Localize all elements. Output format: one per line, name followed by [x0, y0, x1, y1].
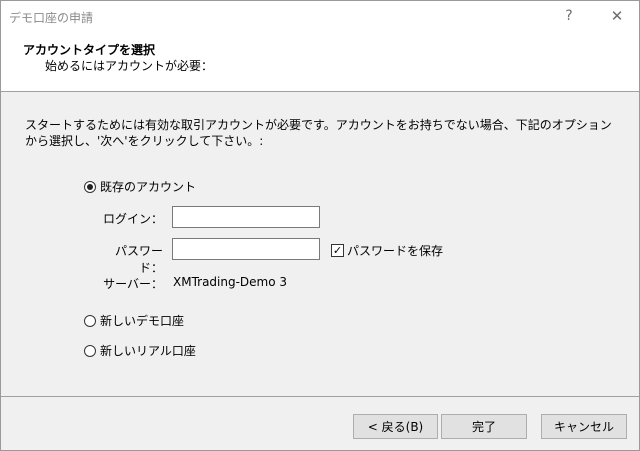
password-label: パスワード： — [114, 244, 163, 275]
close-button[interactable]: ✕ — [603, 5, 631, 27]
header-title: アカウントタイプを選択 — [23, 43, 156, 57]
dialog-window: デモ口座の申請 ? ✕ アカウントタイプを選択 始めるにはアカウントが必要： ス… — [0, 0, 640, 451]
login-label: ログイン： — [102, 212, 163, 226]
radio-new-demo[interactable]: 新しいデモ口座 — [84, 312, 184, 329]
wizard-header: アカウントタイプを選択 始めるにはアカウントが必要： — [1, 31, 639, 92]
header-subtitle: 始めるにはアカウントが必要： — [45, 59, 214, 73]
window-title: デモ口座の申請 — [9, 11, 94, 25]
cancel-button[interactable]: キャンセル — [541, 414, 627, 439]
radio-new-real[interactable]: 新しいリアル口座 — [84, 342, 196, 359]
server-value: XMTrading-Demo 3 — [173, 275, 288, 289]
radio-existing-account[interactable]: 既存のアカウント — [84, 178, 196, 195]
server-label: サーバー： — [103, 277, 163, 291]
radio-new-demo-label: 新しいデモ口座 — [100, 314, 185, 328]
checkbox-indicator[interactable]: ✓ — [331, 244, 344, 257]
finish-button[interactable]: 完了 — [441, 414, 527, 439]
radio-existing-indicator[interactable] — [84, 180, 96, 193]
radio-new-demo-indicator[interactable] — [84, 314, 96, 327]
login-input[interactable] — [172, 206, 320, 228]
description-text: スタートするためには有効な取引アカウントが必要です。アカウントをお持ちでない場合… — [25, 118, 612, 148]
radio-new-real-indicator[interactable] — [84, 344, 96, 357]
footer-divider — [1, 396, 639, 397]
back-button[interactable]: < 戻る(B) — [353, 414, 438, 439]
save-password-checkbox[interactable]: ✓ パスワードを保存 — [331, 242, 443, 259]
radio-existing-label: 既存のアカウント — [100, 180, 197, 194]
title-bar: デモ口座の申請 ? ✕ — [1, 1, 639, 31]
radio-new-real-label: 新しいリアル口座 — [100, 344, 196, 358]
password-input[interactable] — [172, 238, 320, 260]
help-button[interactable]: ? — [555, 5, 583, 27]
save-password-label: パスワードを保存 — [347, 244, 444, 258]
